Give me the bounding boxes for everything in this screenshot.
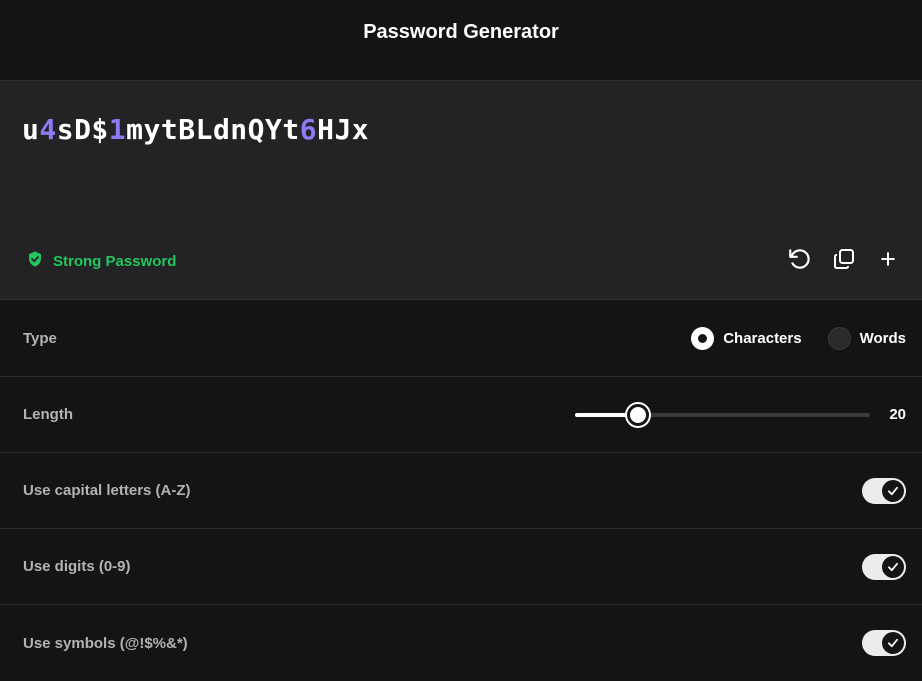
copy-icon — [832, 247, 856, 276]
password-chars: u — [22, 113, 40, 146]
shield-check-icon — [26, 250, 44, 273]
page-title: Password Generator — [363, 20, 559, 43]
length-slider[interactable] — [575, 403, 870, 427]
radio-words[interactable]: Words — [827, 327, 906, 350]
password-chars: HJx — [317, 113, 370, 146]
type-row: Type Characters Words — [0, 301, 922, 377]
plus-icon — [878, 249, 898, 274]
add-button[interactable] — [872, 245, 904, 277]
password-actions — [784, 245, 904, 277]
copy-button[interactable] — [828, 245, 860, 277]
radio-characters-label: Characters — [723, 330, 802, 347]
password-digit: 4 — [39, 113, 57, 146]
slider-thumb[interactable] — [627, 403, 650, 426]
radio-selected-icon — [691, 327, 715, 350]
length-label: Length — [23, 406, 73, 423]
capitals-toggle[interactable] — [862, 477, 906, 504]
password-chars: sD$ — [56, 113, 109, 146]
type-radio-group: Characters Words — [691, 327, 906, 350]
regenerate-button[interactable] — [784, 245, 816, 277]
digits-label: Use digits (0-9) — [23, 558, 131, 575]
radio-characters[interactable]: Characters — [691, 327, 802, 350]
symbols-label: Use symbols (@!$%&*) — [23, 634, 188, 652]
strength-indicator: Strong Password — [26, 250, 176, 273]
header-bar: Password Generator — [0, 0, 922, 81]
password-chars: mytBLdnQYt — [126, 113, 300, 146]
strength-label: Strong Password — [53, 253, 177, 270]
capitals-row: Use capital letters (A-Z) — [0, 453, 922, 529]
check-icon — [888, 562, 898, 571]
symbols-row: Use symbols (@!$%&*) — [0, 605, 922, 681]
digits-row: Use digits (0-9) — [0, 529, 922, 605]
radio-unselected-icon — [827, 327, 851, 350]
type-label: Type — [23, 330, 57, 347]
refresh-icon — [787, 246, 813, 277]
password-digit: 6 — [299, 113, 318, 146]
capitals-label: Use capital letters (A-Z) — [23, 482, 191, 499]
length-value: 20 — [889, 406, 906, 423]
symbols-toggle[interactable] — [862, 630, 906, 656]
check-icon — [888, 486, 898, 495]
password-digit: 1 — [108, 113, 127, 146]
length-row: Length 20 — [0, 377, 922, 453]
generated-password[interactable]: u4sD$1mytBLdnQYt6HJx — [22, 113, 369, 146]
password-panel: u4sD$1mytBLdnQYt6HJx Strong Password — [0, 81, 922, 300]
check-icon — [888, 638, 898, 648]
radio-words-label: Words — [859, 330, 906, 347]
digits-toggle[interactable] — [862, 553, 906, 580]
